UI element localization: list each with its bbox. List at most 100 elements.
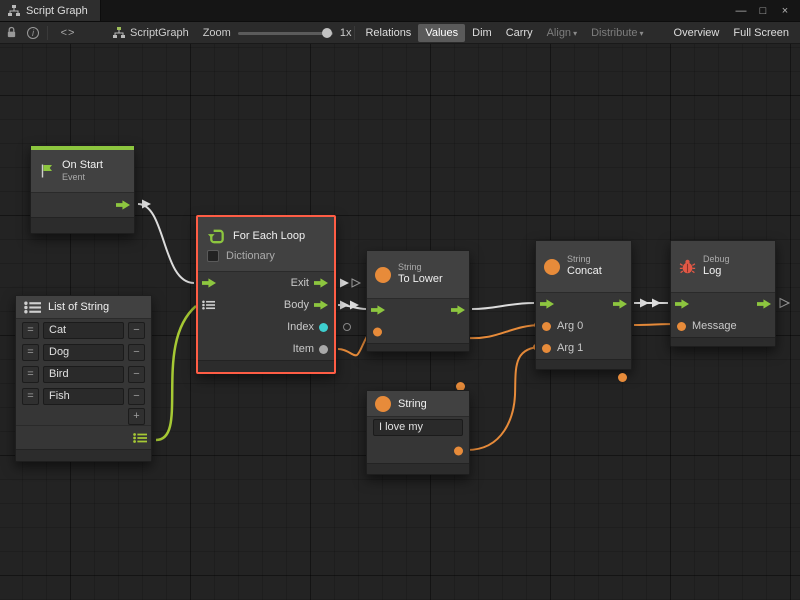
titlebar: Script Graph — □ × [0,0,800,22]
drag-handle[interactable]: = [22,322,39,339]
list-item-row: = Fish − [16,385,151,407]
overview-button[interactable]: Overview [667,24,727,42]
string-type-icon [375,267,391,283]
list-item-field[interactable]: Cat [43,322,124,339]
bug-icon [679,258,696,275]
arg0-input-port[interactable] [542,322,551,331]
control-input-port[interactable] [202,278,216,289]
drag-handle[interactable]: = [22,366,39,383]
list-output-port[interactable] [133,432,147,443]
tab-title: Script Graph [26,5,88,17]
string-output-port[interactable] [618,373,627,382]
node-string-to-lower[interactable]: String To Lower [366,250,470,352]
control-output-port[interactable] [613,299,627,310]
node-category: String [398,398,427,410]
relations-button[interactable]: Relations [358,24,418,42]
list-item-field[interactable]: Fish [43,388,124,405]
align-dropdown[interactable]: Align▾ [540,24,584,42]
control-output-port[interactable] [116,200,130,211]
string-output-port[interactable] [454,447,463,456]
tab-script-graph[interactable]: Script Graph [0,0,101,21]
port-label-arg0: Arg 0 [557,320,583,332]
flag-icon [39,163,55,179]
port-label-item: Item [293,343,314,355]
index-output-port[interactable] [319,323,328,332]
list-input-port[interactable] [202,300,215,310]
node-string-literal[interactable]: String I love my [366,390,470,475]
port-label-exit: Exit [291,277,309,289]
drag-handle[interactable]: = [22,388,39,405]
string-type-icon [375,396,391,412]
lock-icon[interactable] [0,22,22,44]
graph-canvas[interactable]: On Start Event List of String [0,44,800,600]
list-item-row: = Dog − [16,341,151,363]
list-item-field[interactable]: Bird [43,366,124,383]
list-item-row: = Bird − [16,363,151,385]
graph-icon [8,5,20,17]
node-for-each-loop[interactable]: For Each Loop Dictionary Exit [196,215,336,374]
item-output-port[interactable] [319,345,328,354]
control-input-port[interactable] [540,299,554,310]
string-input-port[interactable] [373,328,382,337]
drag-handle[interactable]: = [22,344,39,361]
breadcrumb[interactable]: ScriptGraph [113,27,189,39]
node-subtitle: Event [62,172,103,183]
node-list-of-string[interactable]: List of String = Cat − = Dog − = Bird − [15,295,152,462]
info-icon[interactable]: i [22,22,44,44]
list-item-row: = Cat − [16,319,151,341]
dim-button[interactable]: Dim [465,24,499,42]
list-item-field[interactable]: Dog [43,344,124,361]
port-label-arg1: Arg 1 [557,342,583,354]
remove-item-button[interactable]: − [128,366,145,383]
loop-icon [207,227,226,246]
checkbox-label: Dictionary [226,250,275,262]
window-controls: — □ × [732,0,800,21]
string-type-icon [544,259,560,275]
zoom-value: 1x [340,27,352,39]
add-item-button[interactable]: + [128,408,145,425]
values-button[interactable]: Values [418,24,465,42]
code-icon[interactable]: <> [51,22,85,44]
node-category: String [567,254,602,265]
zoom-label: Zoom [203,27,231,39]
full-screen-button[interactable]: Full Screen [726,24,796,42]
dictionary-checkbox[interactable] [207,250,219,262]
chevron-down-icon: ▾ [573,29,577,38]
node-category: Debug [703,254,730,265]
toolbar-separator [47,26,48,40]
script-graph-window: Script Graph — □ × i <> Scrip [0,0,800,600]
port-label-message: Message [692,320,737,332]
arg1-input-port[interactable] [542,344,551,353]
node-title: For Each Loop [233,230,305,242]
script-graph-icon [113,27,125,39]
node-title: To Lower [398,273,443,287]
node-debug-log[interactable]: Debug Log Message [670,240,776,347]
control-input-port[interactable] [675,299,689,310]
node-title: Concat [567,265,602,279]
list-icon [24,301,41,314]
control-input-port[interactable] [371,305,385,316]
carry-button[interactable]: Carry [499,24,540,42]
remove-item-button[interactable]: − [128,322,145,339]
zoom-slider-handle[interactable] [322,28,332,38]
node-title: On Start [62,159,103,173]
control-output-port[interactable] [757,299,771,310]
maximize-button[interactable]: □ [754,2,772,20]
node-string-concat[interactable]: String Concat Arg 0 Arg 1 [535,240,632,370]
control-output-port[interactable] [451,305,465,316]
distribute-dropdown[interactable]: Distribute▾ [584,24,650,42]
close-button[interactable]: × [776,2,794,20]
graph-toolbar: i <> ScriptGraph Zoom 1x Relations Value… [0,22,800,44]
remove-item-button[interactable]: − [128,344,145,361]
node-title: List of String [48,301,109,313]
zoom-slider[interactable] [238,27,333,39]
string-value-field[interactable]: I love my [373,419,463,436]
node-on-start[interactable]: On Start Event [30,145,135,234]
exit-output-port[interactable] [314,278,328,289]
zoom-control: Zoom 1x [203,27,352,39]
body-output-port[interactable] [314,300,328,311]
minimize-button[interactable]: — [732,2,750,20]
message-input-port[interactable] [677,322,686,331]
remove-item-button[interactable]: − [128,388,145,405]
chevron-down-icon: ▾ [640,29,644,38]
